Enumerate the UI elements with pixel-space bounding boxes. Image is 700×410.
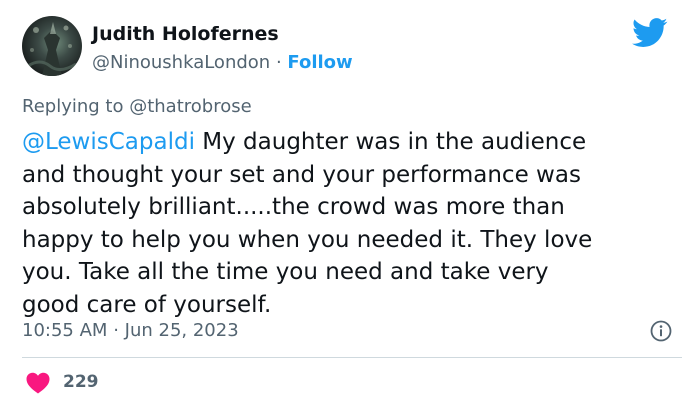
tweet-line: and thought your set and your performanc… — [22, 161, 581, 188]
tweet-header: Judith Holofernes @NinoushkaLondon · Fol… — [22, 16, 682, 82]
separator-dot: · — [113, 320, 119, 341]
replying-to: Replying to @thatrobrose — [22, 96, 252, 117]
heart-icon[interactable] — [26, 372, 50, 394]
follow-button[interactable]: Follow — [287, 52, 352, 73]
separator-dot: · — [275, 52, 282, 73]
avatar[interactable] — [22, 16, 82, 76]
tweet-time: 10:55 AM — [22, 320, 108, 341]
twitter-bird-icon[interactable] — [632, 18, 668, 48]
tweet-line: @LewisCapaldi My daughter was in the aud… — [22, 126, 682, 159]
tweet-date: Jun 25, 2023 — [124, 320, 239, 341]
tweet-line: absolutely brilliant.....the crowd was m… — [22, 194, 565, 220]
author-name[interactable]: Judith Holofernes — [92, 23, 279, 45]
info-icon[interactable] — [650, 320, 672, 342]
author-subline: @NinoushkaLondon · Follow — [92, 52, 353, 73]
divider — [22, 357, 682, 358]
mention-link[interactable]: @LewisCapaldi — [22, 129, 195, 155]
tweet-line: you. Take all the time you need and take… — [22, 259, 549, 285]
replying-prefix: Replying to — [22, 96, 124, 117]
tweet-line-text: My daughter was in the audience — [194, 129, 587, 155]
tweet-line: happy to help you when you needed it. Th… — [22, 226, 593, 253]
tweet-timestamp[interactable]: 10:55 AM · Jun 25, 2023 — [22, 320, 239, 341]
tweet-line: good care of yourself. — [22, 291, 272, 318]
like-count[interactable]: 229 — [63, 372, 99, 392]
author-handle[interactable]: @NinoushkaLondon — [92, 52, 270, 73]
tweet-text: @LewisCapaldi My daughter was in the aud… — [22, 126, 682, 321]
replying-handle[interactable]: @thatrobrose — [129, 96, 251, 117]
